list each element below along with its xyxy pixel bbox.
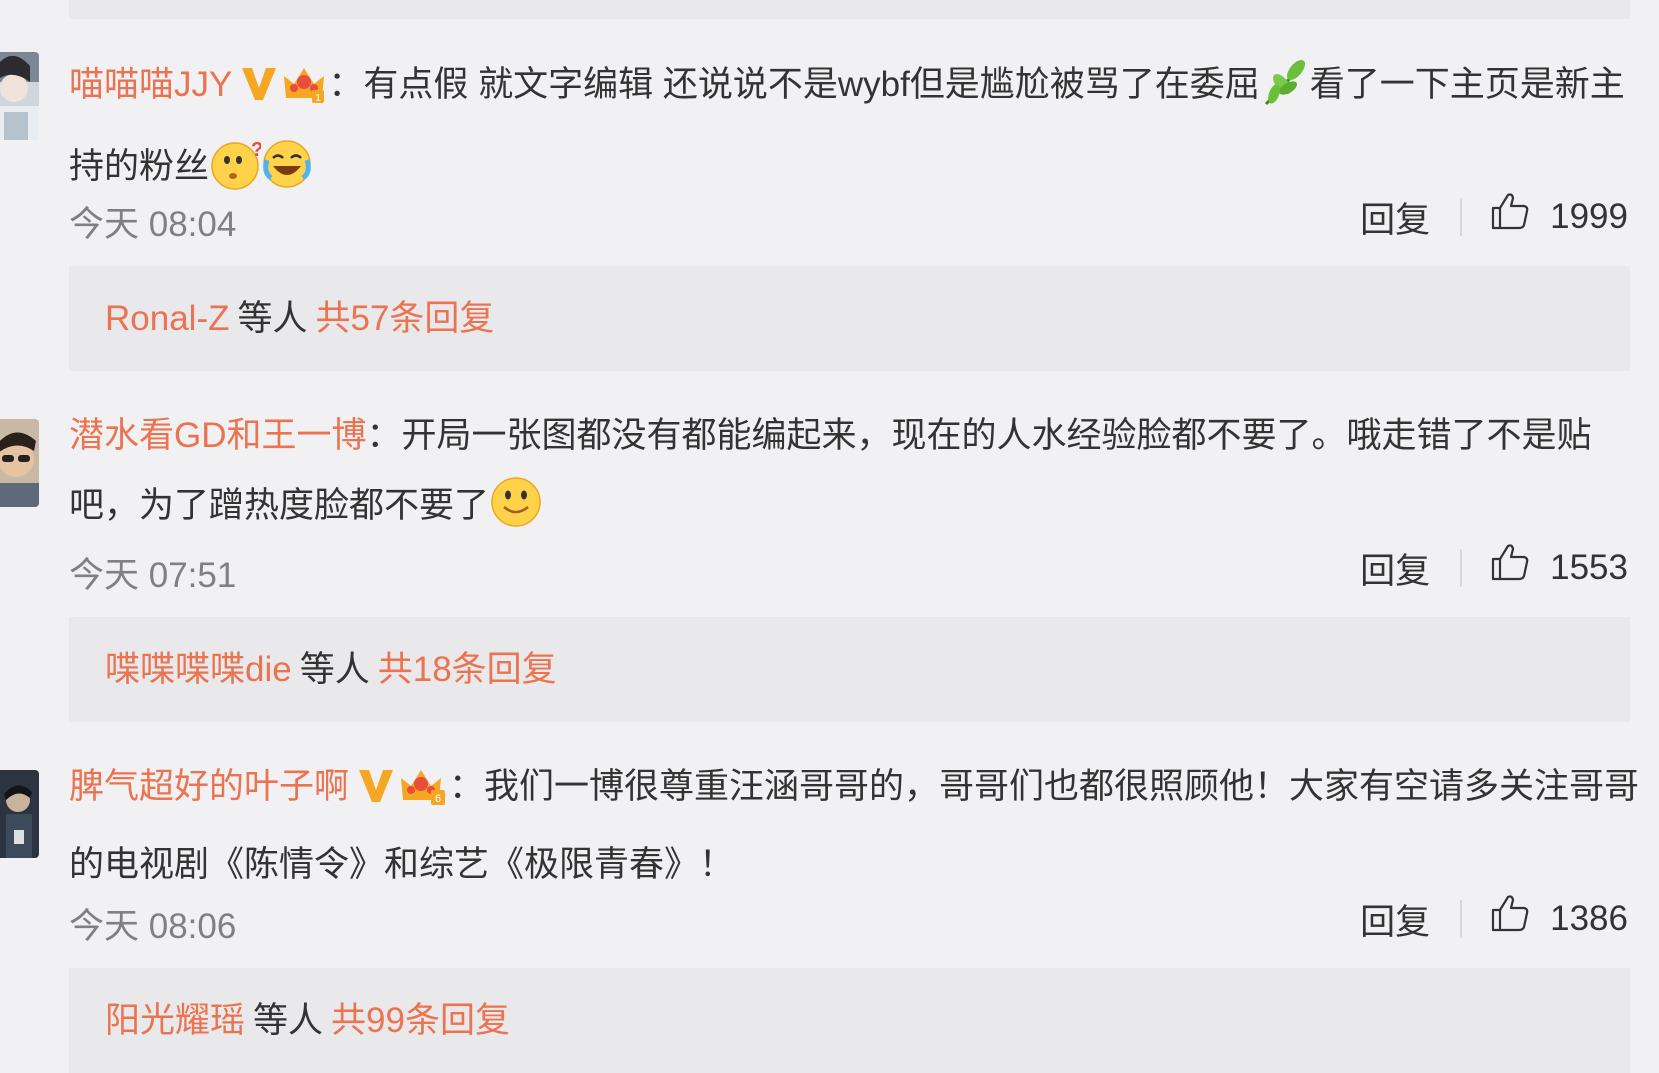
comment-separator: ： [328,65,364,104]
svg-text:6: 6 [435,793,441,805]
comment-separator: ： [449,767,485,806]
action-divider [1460,549,1463,587]
reply-button[interactable]: 回复 [1360,894,1430,945]
comment-separator: ： [366,416,402,455]
thumbs-up-icon [1490,542,1530,591]
comment-username[interactable]: 潜水看GD和王一博 [69,416,367,455]
laughing-crying-emoji-icon [261,138,313,214]
comment-time: 今天 08:04 [69,205,237,244]
comment-body: 脾气超好的叶子啊 6 ：我们一博很尊重汪涵哥哥的，哥哥们也都很照顾他！大家有空请多关… [69,752,1644,900]
like-count: 1553 [1550,548,1628,587]
reply-etc-text: 等人 [253,1001,324,1040]
action-divider [1460,198,1463,236]
like-button[interactable]: 1553 [1490,543,1628,591]
reply-button[interactable]: 回复 [1360,543,1430,594]
reply-count-link[interactable]: 共57条回复 [316,299,495,338]
reply-count-link[interactable]: 共99条回复 [331,1001,510,1040]
thumbs-up-icon [1490,893,1530,942]
avatar[interactable] [0,52,39,140]
svg-text:?: ? [251,139,261,161]
reply-count-link[interactable]: 共18条回复 [378,650,557,689]
verified-v-icon [357,758,395,828]
leaf-emoji-icon [1260,58,1310,132]
reply-box: Ronal-Z 等人 共57条回复 [69,266,1630,371]
like-button[interactable]: 1999 [1490,192,1628,240]
comment-username[interactable]: 脾气超好的叶子啊 [69,767,349,806]
reply-user-link[interactable]: Ronal-Z [105,299,229,338]
thumbs-up-icon [1490,191,1530,240]
reply-etc-text: 等人 [237,299,308,338]
reply-user-link[interactable]: 喋喋喋喋die [105,650,292,689]
member-crown-icon: 1 [282,58,326,128]
like-count: 1386 [1550,899,1628,938]
reply-user-link[interactable]: 阳光耀瑶 [105,1001,245,1040]
comment-actions: 回复 1553 [1360,543,1628,594]
action-divider [1460,900,1463,938]
avatar[interactable] [0,419,39,507]
svg-text:1: 1 [316,93,322,104]
comment-username[interactable]: 喵喵喵JJY [69,65,232,104]
comment-actions: 回复 1386 [1360,894,1628,945]
comment-time: 今天 08:06 [69,907,237,946]
avatar[interactable] [0,770,39,858]
comment-time: 今天 07:51 [69,556,237,595]
reply-box: 喋喋喋喋die 等人 共18条回复 [69,617,1630,722]
comment-body: 喵喵喵JJY 1 ：有点假 就文字编辑 还说说不是wybf但是尴尬被骂了在委屈 看了一… [69,50,1644,214]
reply-box-top-partial [69,0,1630,19]
smile-emoji-icon [489,475,543,553]
member-crown-icon: 6 [399,760,447,830]
reply-box: 阳光耀瑶 等人 共99条回复 [69,968,1630,1073]
reply-etc-text: 等人 [299,650,370,689]
comment-text-part-1: 有点假 就文字编辑 还说说不是wybf但是尴尬被骂了在委屈 [363,65,1260,104]
verified-v-icon [240,56,278,126]
comment-body: 潜水看GD和王一博：开局一张图都没有都能编起来，现在的人水经验脸都不要了。哦走错… [69,401,1644,553]
comment-actions: 回复 1999 [1360,192,1628,243]
like-count: 1999 [1550,197,1628,236]
like-button[interactable]: 1386 [1490,894,1628,942]
reply-button[interactable]: 回复 [1360,192,1430,243]
